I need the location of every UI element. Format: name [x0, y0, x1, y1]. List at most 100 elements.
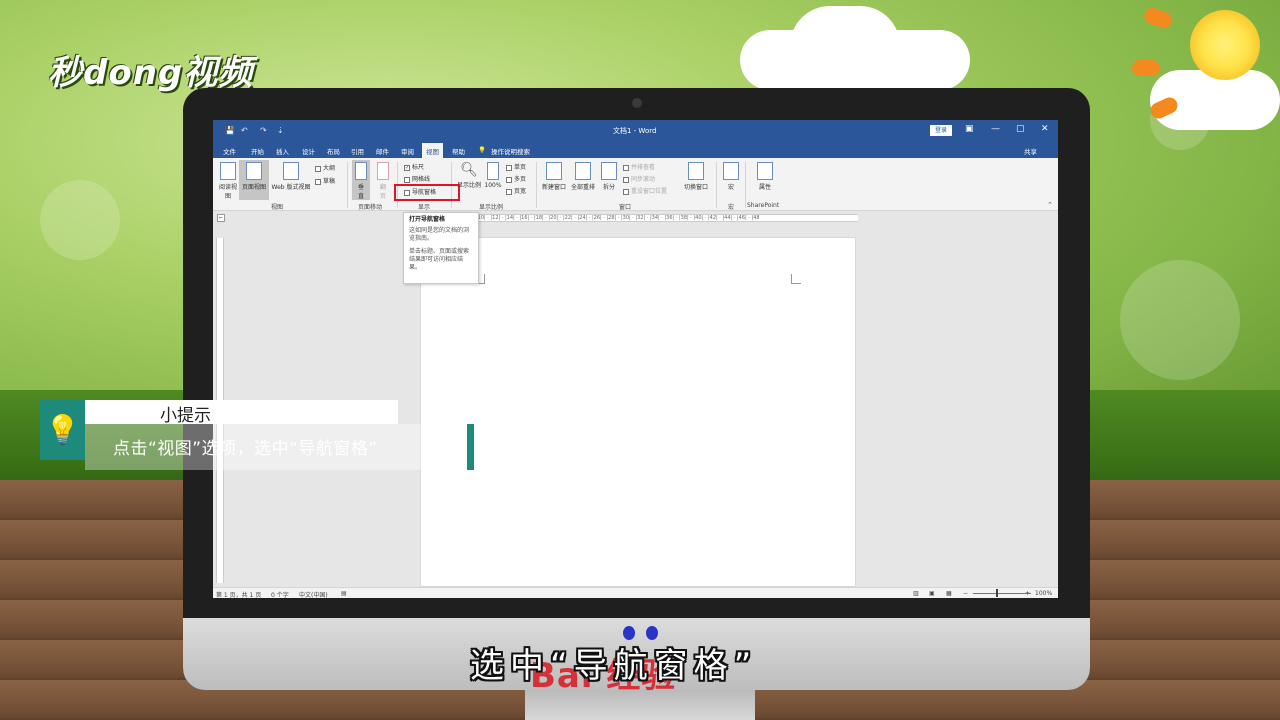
tab-references[interactable]: 引用 — [351, 146, 364, 156]
draft-icon — [315, 178, 321, 185]
read-mode-icon — [220, 162, 236, 180]
page-width-button[interactable]: 页宽 — [506, 186, 526, 195]
read-mode-button[interactable]: 阅读视图 — [217, 162, 239, 200]
tab-mailings[interactable]: 邮件 — [376, 146, 389, 156]
side-by-side-button[interactable]: 并排查看 — [623, 162, 655, 171]
ribbon-tabs: 文件 开始 插入 设计 布局 引用 邮件 审阅 视图 帮助 💡 操作说明搜索 共… — [213, 141, 1058, 158]
tab-insert[interactable]: 插入 — [276, 146, 289, 156]
multi-page-icon — [506, 176, 512, 183]
web-layout-label: Web 版式视图 — [271, 184, 311, 191]
tab-home[interactable]: 开始 — [251, 146, 264, 156]
new-window-label: 新建窗口 — [541, 184, 566, 191]
split-button[interactable]: 拆分 — [599, 162, 619, 191]
language[interactable]: 中文(中国) — [299, 590, 328, 598]
login-button[interactable]: 登录 — [930, 125, 952, 136]
split-icon — [601, 162, 617, 180]
bokeh-decoration — [1120, 260, 1240, 380]
vertical-label: 垂直 — [357, 184, 364, 200]
tab-view[interactable]: 视图 — [422, 143, 443, 158]
save-icon[interactable]: 💾 — [225, 126, 235, 135]
macros-button[interactable]: 宏 — [721, 162, 741, 191]
vertical-move-button[interactable]: 垂直 — [352, 160, 370, 200]
redo-icon[interactable]: ↷ — [260, 126, 267, 135]
tooltip-line-1: 这如同是您的文档的浏览指南。 — [409, 227, 470, 242]
sun-icon — [1190, 10, 1260, 80]
one-page-label: 单页 — [514, 164, 527, 171]
vertical-icon — [355, 162, 367, 180]
print-layout-icon — [246, 162, 262, 180]
print-layout-status-icon[interactable]: ▣ — [929, 590, 935, 597]
properties-label: 属性 — [758, 184, 771, 191]
close-icon[interactable]: ✕ — [1041, 124, 1049, 134]
tell-me-search[interactable]: 操作说明搜索 — [491, 146, 530, 156]
lightbulb-icon: 💡 — [478, 146, 487, 154]
side-to-side-button[interactable]: 翻页 — [374, 162, 392, 200]
zoom-in-icon[interactable]: + — [1025, 590, 1030, 597]
tab-design[interactable]: 设计 — [302, 146, 315, 156]
split-label: 拆分 — [602, 184, 615, 191]
ruler-label: 标尺 — [412, 164, 425, 171]
web-layout-status-icon[interactable]: ▦ — [946, 590, 952, 597]
lightbulb-tip-icon: 💡 — [40, 400, 85, 460]
tab-selector-icon[interactable]: ⌐ — [217, 214, 225, 222]
minimize-icon[interactable]: — — [991, 124, 1000, 134]
tab-help[interactable]: 帮助 — [452, 146, 465, 156]
new-window-button[interactable]: 新建窗口 — [540, 162, 568, 191]
arrange-all-button[interactable]: 全部重排 — [569, 162, 597, 191]
document-page[interactable] — [420, 237, 856, 587]
tip-heading: 小提示 — [160, 406, 211, 426]
tab-review[interactable]: 审阅 — [401, 146, 414, 156]
side-by-side-icon — [623, 164, 629, 171]
checkbox-empty-icon — [404, 176, 410, 183]
macro-record-icon[interactable]: ▤ — [341, 590, 347, 597]
group-label-page-move: 页面移动 — [358, 204, 383, 211]
document-title: 文档1 - Word — [613, 127, 657, 135]
sync-scroll-button[interactable]: 同步滚动 — [623, 174, 655, 183]
share-button[interactable]: 共享 — [1024, 146, 1037, 156]
reset-position-button[interactable]: 重设窗口位置 — [623, 186, 667, 195]
web-layout-icon — [283, 162, 299, 180]
tip-header — [85, 400, 398, 424]
side-label: 翻页 — [379, 184, 386, 200]
cloud — [790, 6, 900, 86]
one-page-button[interactable]: 单页 — [506, 162, 526, 171]
tab-file[interactable]: 文件 — [223, 146, 236, 156]
zoom-label: 显示比例 — [456, 182, 481, 189]
zoom-100-icon — [487, 162, 499, 180]
read-mode-status-icon[interactable]: ▥ — [913, 590, 919, 597]
ribbon-display-icon[interactable]: ▣ — [965, 124, 974, 134]
gridlines-checkbox[interactable]: 网格线 — [404, 174, 430, 183]
print-layout-button[interactable]: 页面视图 — [239, 160, 269, 200]
zoom-level[interactable]: 100% — [1035, 590, 1052, 597]
group-separator — [347, 162, 348, 208]
tab-layout[interactable]: 布局 — [327, 146, 340, 156]
word-count[interactable]: 0 个字 — [271, 590, 289, 598]
zoom-slider-thumb[interactable] — [996, 589, 998, 597]
properties-button[interactable]: 属性 — [753, 162, 777, 191]
group-separator — [745, 162, 746, 208]
outline-label: 大纲 — [323, 165, 336, 172]
zoom-100-button[interactable]: 100% — [483, 162, 503, 189]
outline-button[interactable]: 大纲 — [315, 163, 335, 172]
tip-accent-bar — [467, 424, 474, 470]
switch-window-button[interactable]: 切换窗口 — [681, 162, 711, 191]
draft-button[interactable]: 草稿 — [315, 176, 335, 185]
ribbon-view: 阅读视图 页面视图 Web 版式视图 大纲 草稿 视图 垂直 翻页 页面移动 ✓… — [213, 158, 1058, 211]
multi-page-button[interactable]: 多页 — [506, 174, 526, 183]
zoom-100-label: 100% — [484, 182, 502, 189]
page-count[interactable]: 第 1 页，共 1 页 — [216, 590, 261, 598]
maximize-icon[interactable]: ▢ — [1016, 124, 1025, 134]
one-page-icon — [506, 164, 512, 171]
print-layout-label: 页面视图 — [241, 184, 266, 191]
collapse-ribbon-icon[interactable]: ⌃ — [1047, 201, 1053, 209]
page-width-icon — [506, 188, 512, 195]
macros-icon — [723, 162, 739, 180]
switch-window-label: 切换窗口 — [683, 184, 708, 191]
zoom-out-icon[interactable]: − — [963, 590, 968, 597]
customize-qat-icon[interactable]: ⇣ — [277, 126, 284, 135]
web-layout-button[interactable]: Web 版式视图 — [269, 162, 313, 191]
undo-icon[interactable]: ↶ — [241, 126, 248, 135]
ruler-checkbox[interactable]: ✓ 标尺 — [404, 162, 424, 171]
status-bar: 第 1 页，共 1 页 0 个字 中文(中国) ▤ ▥ ▣ ▦ − + 100% — [213, 587, 1058, 598]
zoom-slider[interactable] — [973, 593, 1031, 594]
